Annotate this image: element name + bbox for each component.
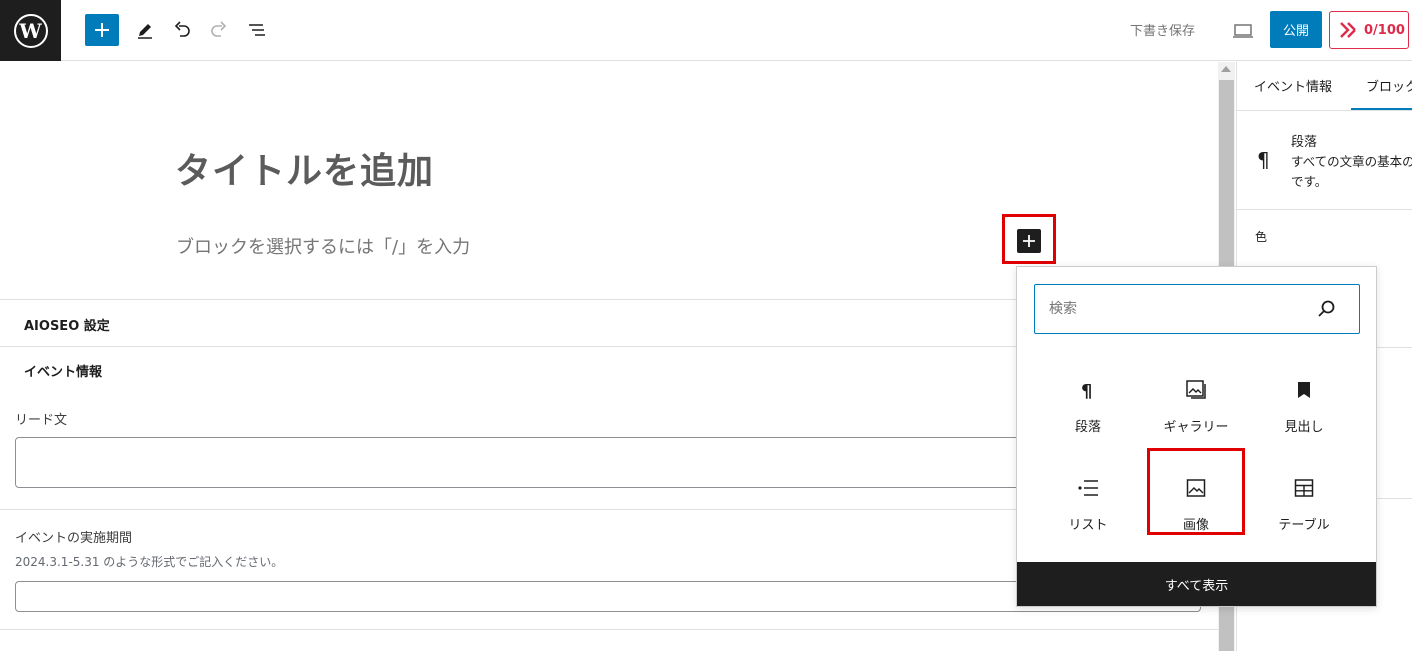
block-placeholder[interactable]: ブロックを選択するには「/」を入力 <box>176 233 470 259</box>
edit-mode-button[interactable] <box>133 18 157 42</box>
block-search-field[interactable] <box>1034 284 1360 334</box>
wordpress-logo-button[interactable]: W <box>0 0 61 61</box>
block-item-heading[interactable]: 見出し <box>1250 362 1358 446</box>
event-panel-title[interactable]: イベント情報 <box>24 361 102 380</box>
bookmark-icon <box>1292 378 1316 402</box>
list-view-icon <box>249 24 265 36</box>
block-search-input[interactable] <box>1049 299 1299 319</box>
divider <box>0 629 1218 630</box>
save-draft-button[interactable]: 下書き保存 <box>1130 20 1195 39</box>
block-item-gallery[interactable]: ギャラリー <box>1142 362 1250 446</box>
block-item-paragraph[interactable]: ¶ 段落 <box>1034 362 1142 446</box>
inline-add-block-button[interactable] <box>1017 229 1041 253</box>
show-all-blocks-button[interactable]: すべて表示 <box>1017 562 1376 606</box>
tab-block[interactable]: ブロック <box>1366 76 1412 95</box>
redo-icon <box>211 21 227 37</box>
paragraph-icon: ¶ <box>1076 378 1100 402</box>
seo-score-button[interactable]: 0/100 <box>1329 11 1409 49</box>
wordpress-icon: W <box>13 13 48 48</box>
desktop-icon <box>1233 24 1253 38</box>
search-icon[interactable] <box>1317 299 1337 319</box>
block-desc-line: すべての文章の基本の <box>1291 154 1412 169</box>
undo-icon <box>174 21 190 37</box>
redo-button[interactable] <box>207 18 231 42</box>
block-card-title: 段落 <box>1291 135 1318 150</box>
event-period-help: 2024.3.1-5.31 のような形式でご記入ください。 <box>15 555 284 569</box>
event-period-label: イベントの実施期間 <box>15 531 133 546</box>
list-icon <box>1076 476 1100 500</box>
tab-event-info[interactable]: イベント情報 <box>1254 76 1332 95</box>
block-inserter-popover: ¶ 段落 ギャラリー 見出し リスト <box>1016 266 1377 607</box>
highlight-box <box>1147 448 1245 535</box>
document-overview-button[interactable] <box>245 18 269 42</box>
pencil-icon <box>138 24 152 39</box>
publish-button[interactable]: 公開 <box>1270 11 1322 48</box>
divider <box>1237 110 1412 111</box>
undo-button[interactable] <box>170 18 194 42</box>
block-desc-line: です。 <box>1291 174 1328 189</box>
block-item-label: 段落 <box>1074 420 1101 435</box>
plus-icon <box>1023 235 1035 247</box>
aioseo-panel-title[interactable]: AIOSEO 設定 <box>24 315 110 334</box>
table-icon <box>1292 476 1316 500</box>
block-item-table[interactable]: テーブル <box>1250 460 1358 544</box>
add-block-button[interactable] <box>85 14 119 46</box>
lead-text-label: リード文 <box>15 413 68 428</box>
block-card-description: すべての文章の基本の です。 <box>1291 152 1412 192</box>
divider <box>1237 209 1412 210</box>
post-title-field[interactable]: タイトルを追加 <box>175 142 434 194</box>
editor-toolbar: W 下書き保存 公開 0/100 <box>0 0 1412 61</box>
svg-text:¶: ¶ <box>1081 381 1092 400</box>
block-item-label: テーブル <box>1278 518 1330 533</box>
aioseo-icon <box>1340 22 1356 38</box>
block-item-label: 見出し <box>1284 420 1324 435</box>
block-item-list[interactable]: リスト <box>1034 460 1142 544</box>
scroll-up-arrow-icon[interactable] <box>1221 66 1231 72</box>
block-item-label: ギャラリー <box>1163 420 1229 435</box>
paragraph-icon: ¶ <box>1257 148 1270 172</box>
seo-score-value: 0/100 <box>1364 22 1405 38</box>
block-item-label: リスト <box>1068 518 1108 533</box>
plus-icon <box>95 23 109 37</box>
gallery-icon <box>1184 378 1208 402</box>
preview-button[interactable] <box>1231 19 1255 43</box>
color-panel-title[interactable]: 色 <box>1255 228 1267 245</box>
